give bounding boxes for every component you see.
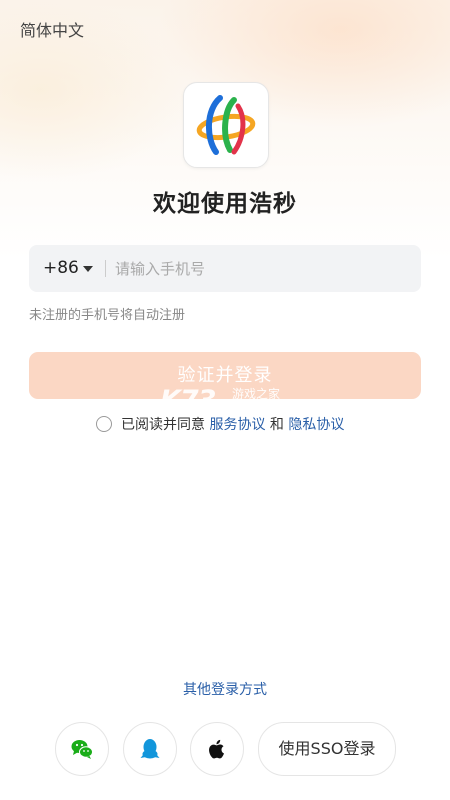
other-login-methods[interactable]: 其他登录方式	[0, 679, 450, 699]
phone-input-row: +86	[29, 245, 421, 292]
apple-icon	[209, 739, 224, 759]
apple-login-button[interactable]	[190, 722, 244, 776]
agreement-row: 已阅读并同意 服务协议 和 隐私协议	[96, 414, 344, 434]
phone-number-input[interactable]	[113, 253, 407, 285]
wechat-login-button[interactable]	[55, 722, 109, 776]
app-logo	[183, 82, 269, 168]
welcome-title: 欢迎使用浩秒	[153, 191, 297, 217]
watermark-logo: K73 游戏之家 .com	[160, 385, 290, 417]
privacy-policy-link[interactable]: 隐私协议	[288, 417, 344, 433]
qq-login-button[interactable]	[123, 722, 177, 776]
agreement-checkbox[interactable]	[96, 416, 112, 432]
watermark-brand: K73	[160, 385, 216, 416]
register-hint: 未注册的手机号将自动注册	[29, 308, 186, 323]
divider	[105, 260, 106, 277]
language-selector[interactable]: 简体中文	[20, 17, 84, 41]
country-code-selector[interactable]: +86	[43, 258, 79, 278]
wechat-icon	[71, 740, 93, 759]
chevron-down-icon[interactable]	[83, 266, 93, 272]
sso-login-button[interactable]: 使用SSO登录	[258, 722, 396, 776]
agreement-prefix: 已阅读并同意	[121, 417, 205, 433]
qq-icon	[140, 739, 160, 759]
terms-of-service-link[interactable]: 服务协议	[209, 417, 265, 433]
app-logo-icon	[196, 95, 256, 155]
agreement-conjunction: 和	[269, 417, 284, 433]
watermark-domain: .com	[232, 400, 262, 414]
